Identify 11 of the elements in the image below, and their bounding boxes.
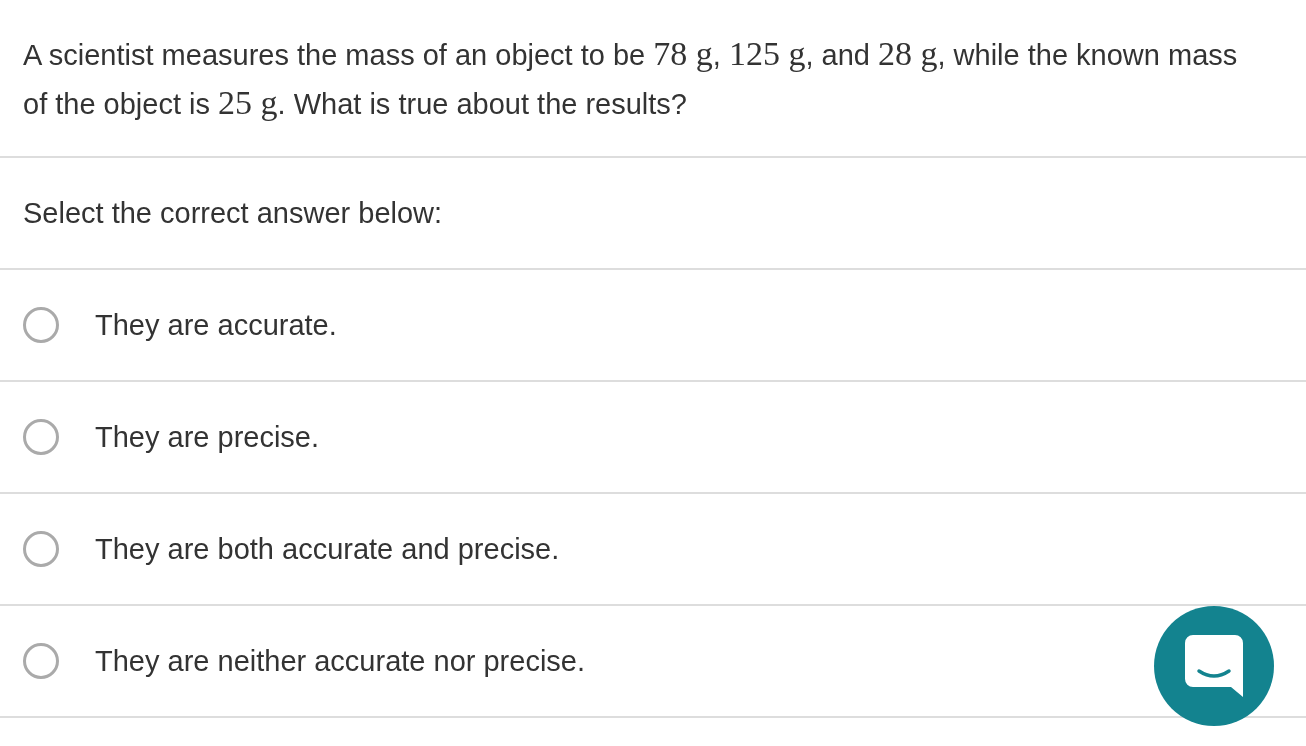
- radio-button[interactable]: [23, 531, 59, 567]
- chat-icon: [1185, 635, 1243, 697]
- radio-button[interactable]: [23, 643, 59, 679]
- instruction-text: Select the correct answer below:: [23, 196, 443, 230]
- radio-button[interactable]: [23, 307, 59, 343]
- answer-option[interactable]: They are accurate.: [95, 308, 337, 342]
- answer-option[interactable]: They are precise.: [95, 420, 320, 454]
- answer-option[interactable]: They are both accurate and precise.: [95, 532, 560, 566]
- question-text: A scientist measures the mass of an object to be 78 g, 125 g, and 28 g, while the known mass of the object is 25 g. What is true about the results?: [23, 34, 1239, 123]
- radio-button[interactable]: [23, 419, 59, 455]
- answer-option[interactable]: They are neither accurate nor precise.: [95, 644, 586, 678]
